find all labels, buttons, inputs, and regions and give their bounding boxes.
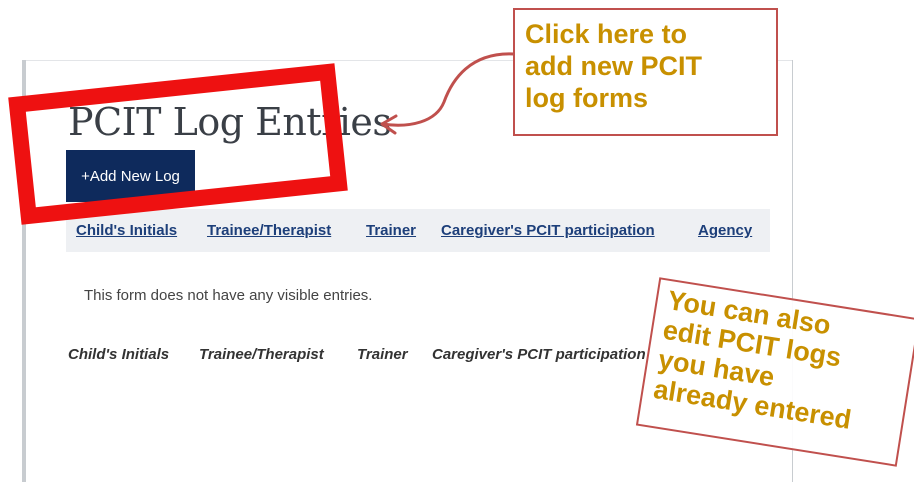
add-log-callout-line-1: Click here to (525, 19, 688, 49)
footer-column-caregiver-participation: Caregiver's PCIT participation (432, 346, 646, 363)
footer-column-trainee-therapist: Trainee/Therapist (199, 346, 324, 363)
add-log-callout-line-3: log forms (525, 83, 649, 113)
column-header-childs-initials[interactable]: Child's Initials (76, 222, 177, 239)
add-log-callout: Click here to add new PCIT log forms (513, 8, 778, 136)
footer-column-childs-initials: Child's Initials (68, 346, 170, 363)
column-header-trainee-therapist[interactable]: Trainee/Therapist (207, 222, 331, 239)
column-header-agency[interactable]: Agency (698, 222, 752, 239)
add-log-callout-line-2: add new PCIT (525, 51, 703, 81)
column-header-trainer[interactable]: Trainer (366, 222, 416, 239)
footer-column-trainer: Trainer (357, 346, 408, 363)
empty-entries-message: This form does not have any visible entr… (84, 287, 373, 304)
column-header-caregiver-participation[interactable]: Caregiver's PCIT participation (441, 222, 655, 239)
callout-arrow-icon (380, 52, 515, 135)
table-header-row: Child's Initials Trainee/Therapist Train… (66, 209, 770, 252)
